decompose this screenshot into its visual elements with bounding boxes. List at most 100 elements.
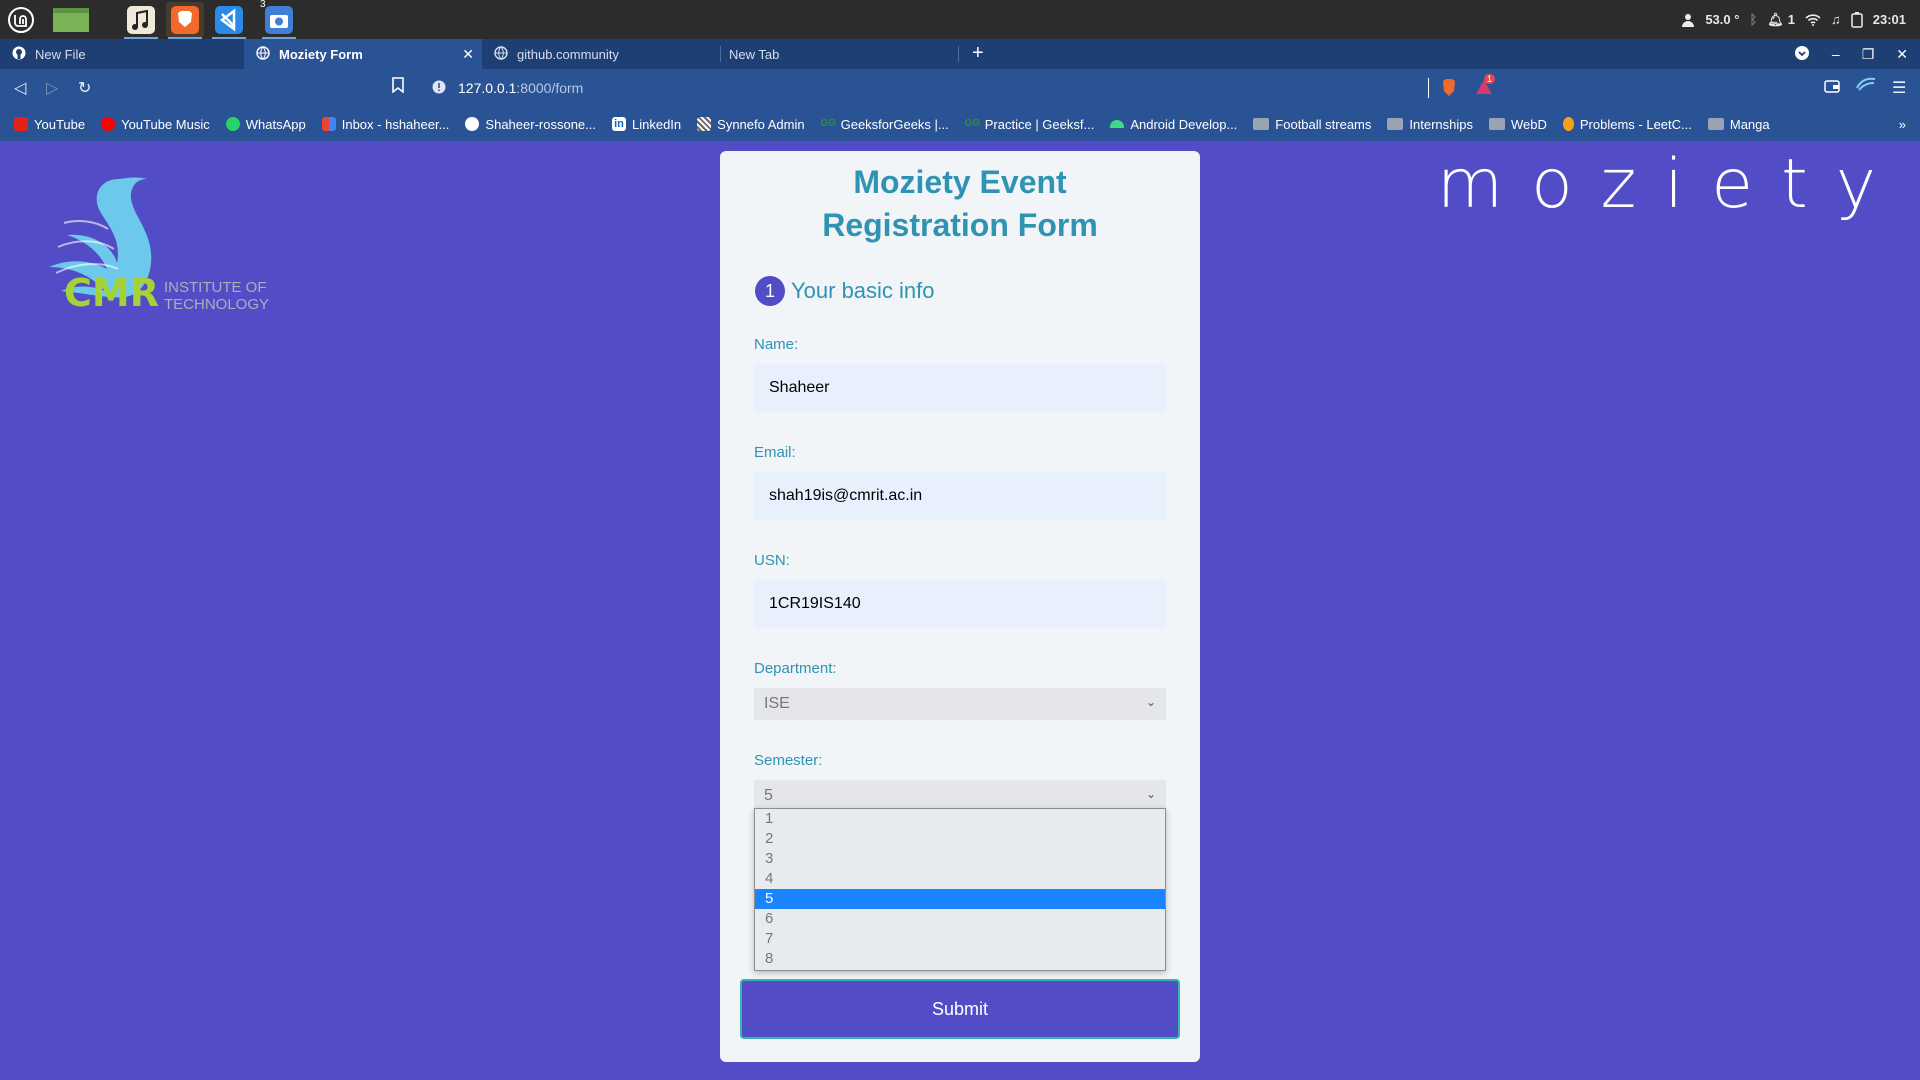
bookmark-linkedin[interactable]: in LinkedIn: [612, 117, 681, 132]
more-bookmarks-icon[interactable]: »: [1899, 117, 1906, 132]
bookmark-youtube-music[interactable]: YouTube Music: [101, 117, 210, 132]
forward-icon[interactable]: ▷: [46, 78, 58, 98]
tab-label: github.community: [517, 46, 619, 62]
synnefo-icon: [697, 117, 712, 131]
cmr-logo: CMR INSTITUTE OF TECHNOLOGY: [24, 169, 269, 319]
tab-search-icon[interactable]: [1794, 45, 1810, 64]
sound-icon[interactable]: ♫: [1831, 12, 1841, 27]
bookmark-folder-internships[interactable]: Internships: [1387, 117, 1473, 132]
semester-dropdown-list: 12345678: [754, 808, 1166, 971]
gfg-icon: GG: [820, 118, 837, 129]
reload-icon[interactable]: ↻: [78, 78, 91, 98]
folder-icon: [1253, 118, 1270, 130]
registration-form-card: Moziety Event Registration Form 1 Your b…: [720, 151, 1200, 1062]
semester-option[interactable]: 4: [755, 869, 1165, 889]
temperature-readout[interactable]: 53.0 °: [1705, 12, 1739, 27]
close-tab-icon[interactable]: ✕: [462, 46, 474, 63]
bookmark-label: Internships: [1409, 116, 1473, 132]
department-value: ISE: [764, 695, 790, 712]
submit-button[interactable]: Submit: [740, 979, 1180, 1039]
department-label: Department:: [754, 660, 837, 677]
bookmark-synnefo[interactable]: Synnefo Admin: [697, 117, 805, 132]
android-icon: [1110, 120, 1125, 128]
rewards-badge: 1: [1484, 74, 1496, 84]
semester-option[interactable]: 7: [755, 929, 1165, 949]
new-tab-button[interactable]: +: [972, 42, 984, 65]
bookmark-label: LinkedIn: [632, 116, 682, 132]
semester-option[interactable]: 1: [755, 809, 1165, 829]
clock[interactable]: 23:01: [1873, 12, 1906, 27]
tab-github-community[interactable]: github.community: [482, 39, 720, 69]
bookmark-leetcode[interactable]: Problems - LeetC...: [1562, 117, 1692, 132]
name-field[interactable]: [754, 364, 1166, 412]
bookmark-gfg-practice[interactable]: GG Practice | Geeksf...: [965, 117, 1095, 132]
address-bar[interactable]: 127.0.0.1:8000/form: [420, 74, 1433, 102]
department-select[interactable]: ISE ⌄: [754, 688, 1166, 720]
bookmark-folder-manga[interactable]: Manga: [1707, 117, 1770, 132]
semester-option[interactable]: 6: [755, 909, 1165, 929]
bookmark-folder-webd[interactable]: WebD: [1488, 116, 1547, 132]
youtube-icon: [14, 117, 28, 131]
files-icon[interactable]: [50, 2, 92, 37]
notifications-indicator[interactable]: 🔔︎ 1: [1767, 12, 1795, 28]
form-title: Moziety Event Registration Form: [822, 164, 1098, 243]
restore-icon[interactable]: ❐: [1862, 46, 1875, 63]
logo-institute-text: INSTITUTE OF TECHNOLOGY: [164, 279, 269, 313]
bookmark-label: Practice | Geeksf...: [984, 116, 1095, 132]
bookmark-label: YouTube Music: [121, 116, 210, 132]
mint-menu-icon[interactable]: [2, 2, 40, 37]
semester-option[interactable]: 5: [755, 889, 1165, 909]
bookmark-label: Inbox - hshaheer...: [341, 116, 450, 132]
tab-moziety-form[interactable]: Moziety Form ✕: [244, 39, 482, 69]
window-controls: – ❐ ✕: [1794, 39, 1920, 69]
camera-badge: 3: [260, 0, 266, 10]
brave-icon[interactable]: [166, 2, 204, 39]
bookmark-youtube[interactable]: YouTube: [14, 117, 85, 132]
logo-line-1: INSTITUTE OF: [164, 279, 267, 296]
tab-new-tab[interactable]: New Tab: [717, 39, 957, 69]
bookmark-icon[interactable]: [392, 77, 404, 98]
battery-icon[interactable]: [1851, 11, 1863, 28]
bookmark-whatsapp[interactable]: WhatsApp: [225, 117, 306, 132]
bookmark-label: Shaheer-rossone...: [485, 116, 596, 132]
site-info-icon[interactable]: [432, 80, 446, 97]
user-icon[interactable]: [1681, 13, 1695, 27]
bookmark-label: WebD: [1510, 116, 1547, 132]
menu-icon[interactable]: ☰: [1892, 78, 1906, 98]
semester-option[interactable]: 3: [755, 849, 1165, 869]
close-window-icon[interactable]: ✕: [1896, 46, 1908, 63]
semester-option[interactable]: 2: [755, 829, 1165, 849]
bookmark-android[interactable]: Android Develop...: [1110, 117, 1237, 132]
bookmark-geeksforgeeks[interactable]: GG GeeksforGeeks |...: [821, 117, 949, 132]
folder-icon: [1707, 118, 1724, 130]
system-tray: 53.0 ° ᛒ 🔔︎ 1 ♫ 23:01: [1681, 0, 1920, 39]
back-icon[interactable]: ◁: [14, 78, 26, 98]
minimize-icon[interactable]: –: [1832, 46, 1840, 62]
extension-icon[interactable]: [1856, 76, 1876, 97]
notification-icon: 🔔︎: [1767, 11, 1784, 27]
email-label: Email:: [754, 444, 796, 461]
vscode-icon[interactable]: [210, 2, 248, 39]
bluetooth-icon[interactable]: ᛒ: [1749, 12, 1757, 27]
email-field[interactable]: [754, 472, 1166, 520]
globe-icon: [494, 45, 508, 63]
semester-label: Semester:: [754, 752, 823, 769]
wallet-icon[interactable]: [1824, 79, 1840, 98]
bookmark-github[interactable]: Shaheer-rossone...: [465, 117, 596, 132]
bookmark-gmail[interactable]: Inbox - hshaheer...: [321, 116, 450, 132]
leetcode-icon: [1562, 117, 1574, 131]
music-icon[interactable]: [122, 2, 160, 39]
browser-toolbar: ◁ ▷ ↻ 127.0.0.1:8000/form 1 ☰: [0, 69, 1920, 107]
folder-icon: [1387, 118, 1404, 130]
semester-option[interactable]: 8: [755, 949, 1165, 969]
brave-rewards-icon[interactable]: 1: [1474, 74, 1496, 101]
camera-icon[interactable]: 3: [260, 0, 298, 39]
bookmark-folder-football[interactable]: Football streams: [1253, 117, 1371, 132]
tab-new-file[interactable]: New File: [0, 39, 244, 69]
url-host: 127.0.0.1: [458, 80, 517, 96]
wifi-icon[interactable]: [1805, 13, 1821, 26]
step-label: Your basic info: [791, 278, 935, 303]
gmail-icon: [321, 117, 336, 131]
usn-field[interactable]: [754, 580, 1166, 628]
brave-shields-icon[interactable]: [1440, 78, 1458, 103]
